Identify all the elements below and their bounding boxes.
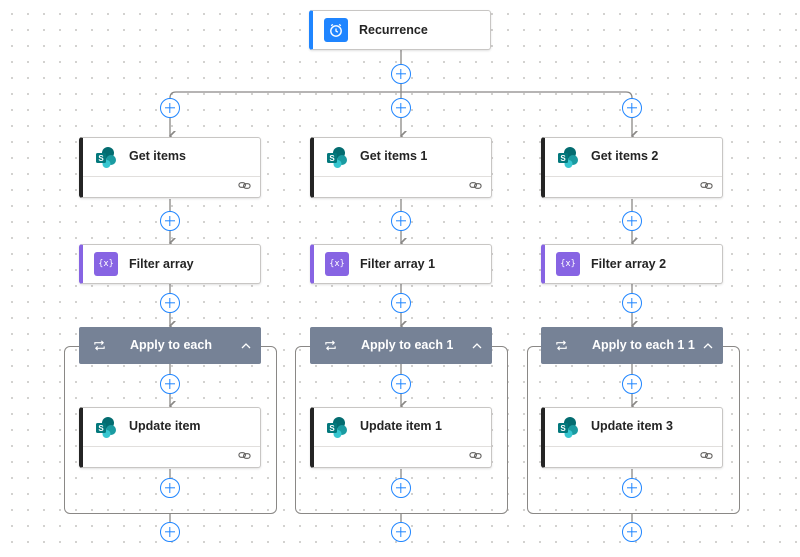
variable-braces-icon: {x} [94,252,118,276]
card-title: Get items 2 [591,149,659,163]
apply-to-each-header[interactable]: Apply to each 1 1 [541,327,723,364]
add-action-in-loop-button[interactable] [160,478,180,498]
sharepoint-icon: S [94,145,118,169]
loop-title: Apply to each 1 [361,338,454,352]
sharepoint-icon: S [556,415,580,439]
add-branch-action-button[interactable] [622,98,642,118]
link-icon [238,452,251,459]
loop-icon [325,340,336,351]
card-title: Update item [129,419,201,433]
update-item-card[interactable]: S Update item [79,407,261,468]
svg-text:S: S [329,424,335,433]
add-action-button[interactable] [160,211,180,231]
add-action-button[interactable] [622,211,642,231]
svg-text:S: S [560,424,566,433]
add-action-button[interactable] [391,522,411,542]
add-action-button[interactable] [160,374,180,394]
link-icon [238,182,251,189]
sharepoint-icon: S [94,415,118,439]
get-items-card[interactable]: S Get items 2 [541,137,723,198]
card-title: Get items [129,149,186,163]
add-action-button[interactable] [160,522,180,542]
card-title: Filter array 2 [591,257,667,271]
loop-title: Apply to each 1 1 [592,338,695,352]
loop-icon [556,340,567,351]
sharepoint-icon: S [556,145,580,169]
trigger-title: Recurrence [359,23,428,37]
add-action-button[interactable] [622,293,642,313]
link-icon [700,452,713,459]
add-action-button[interactable] [622,374,642,394]
add-action-in-loop-button[interactable] [622,478,642,498]
svg-text:S: S [329,154,335,163]
variable-braces-icon: {x} [325,252,349,276]
card-title: Get items 1 [360,149,428,163]
chevron-up-icon[interactable] [470,339,484,353]
chevron-up-icon[interactable] [239,339,253,353]
update-item-card[interactable]: S Update item 3 [541,407,723,468]
recurrence-trigger-card[interactable]: Recurrence [309,10,491,50]
link-icon [469,182,482,189]
svg-text:S: S [98,424,104,433]
add-action-button[interactable] [160,293,180,313]
link-icon [700,182,713,189]
link-icon [469,452,482,459]
card-title: Filter array 1 [360,257,436,271]
card-title: Filter array [129,257,194,271]
loop-icon [94,340,105,351]
filter-array-card[interactable]: {x} Filter array [79,244,261,284]
chevron-up-icon[interactable] [701,339,715,353]
svg-text:S: S [560,154,566,163]
loop-title: Apply to each [130,338,212,352]
add-action-button[interactable] [622,522,642,542]
get-items-card[interactable]: S Get items 1 [310,137,492,198]
add-branch-action-button[interactable] [391,98,411,118]
apply-to-each-header[interactable]: Apply to each [79,327,261,364]
sharepoint-icon: S [325,415,349,439]
add-action-button[interactable] [391,293,411,313]
variable-braces-icon: {x} [556,252,580,276]
card-title: Update item 1 [360,419,442,433]
add-action-button[interactable] [391,64,411,84]
update-item-card[interactable]: S Update item 1 [310,407,492,468]
add-action-button[interactable] [391,374,411,394]
add-action-button[interactable] [391,211,411,231]
get-items-card[interactable]: S Get items [79,137,261,198]
sharepoint-icon: S [325,145,349,169]
alarm-clock-icon [324,18,348,42]
filter-array-card[interactable]: {x} Filter array 1 [310,244,492,284]
apply-to-each-header[interactable]: Apply to each 1 [310,327,492,364]
svg-text:S: S [98,154,104,163]
add-action-in-loop-button[interactable] [391,478,411,498]
add-branch-action-button[interactable] [160,98,180,118]
filter-array-card[interactable]: {x} Filter array 2 [541,244,723,284]
card-title: Update item 3 [591,419,673,433]
